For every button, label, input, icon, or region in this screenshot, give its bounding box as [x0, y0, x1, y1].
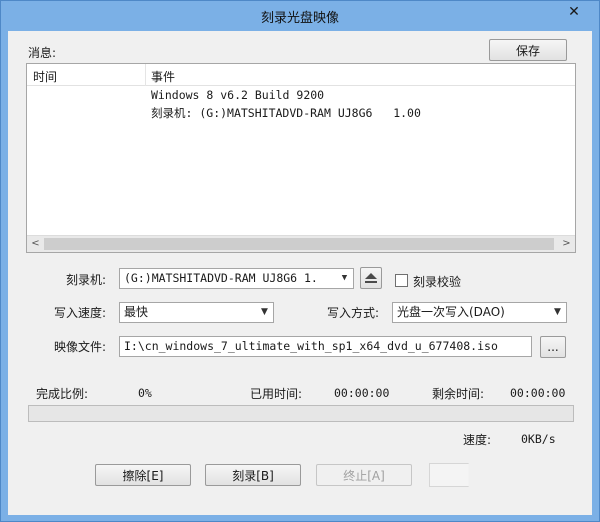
write-speed-select[interactable]: 最快 ▼: [119, 302, 274, 323]
image-file-label: 映像文件:: [54, 340, 107, 354]
remaining-time-label: 剩余时间:: [432, 387, 485, 401]
burn-button[interactable]: 刻录[B]: [205, 464, 301, 486]
scrollbar-thumb[interactable]: [44, 238, 554, 250]
column-header-event[interactable]: 事件: [151, 68, 175, 85]
close-icon: ✕: [568, 4, 580, 20]
chevron-down-icon: ▼: [256, 303, 273, 322]
verify-label[interactable]: 刻录校验: [413, 273, 461, 290]
burner-label: 刻录机:: [66, 273, 107, 287]
write-mode-select[interactable]: 光盘一次写入(DAO) ▼: [392, 302, 567, 323]
eject-icon: [365, 273, 377, 283]
log-entry: 刻录机: (G:)MATSHITADVD-RAM UJ8G6 1.00: [151, 106, 421, 120]
stop-button[interactable]: 终止[A]: [316, 464, 412, 486]
speed-value: 0KB/s: [521, 432, 556, 446]
dialog-body: 消息: 保存 时间 事件 Windows 8 v6.2 Build 9200 刻…: [8, 31, 592, 515]
progress-value: 0%: [138, 386, 152, 400]
partially-hidden-button: [429, 463, 469, 487]
chevron-down-icon: ▼: [336, 269, 353, 288]
burner-select-value: (G:)MATSHITADVD-RAM UJ8G6 1.: [124, 271, 318, 285]
write-speed-value: 最快: [124, 305, 149, 319]
save-log-button[interactable]: 保存: [489, 39, 567, 61]
progress-label: 完成比例:: [36, 387, 89, 401]
verify-checkbox[interactable]: [395, 274, 408, 287]
write-mode-label: 写入方式:: [327, 306, 380, 320]
elapsed-time-label: 已用时间:: [250, 387, 303, 401]
image-file-input[interactable]: I:\cn_windows_7_ultimate_with_sp1_x64_dv…: [119, 336, 532, 357]
log-entry: Windows 8 v6.2 Build 9200: [151, 88, 325, 102]
title-bar[interactable]: 刻录光盘映像 ✕: [1, 1, 599, 31]
browse-button[interactable]: ...: [540, 336, 566, 358]
write-speed-label: 写入速度:: [54, 306, 107, 320]
chevron-down-icon: ▼: [549, 303, 566, 322]
window-title: 刻录光盘映像: [260, 11, 339, 26]
horizontal-scrollbar[interactable]: < >: [27, 235, 575, 252]
log-header: 时间 事件: [27, 64, 575, 86]
message-log[interactable]: 时间 事件 Windows 8 v6.2 Build 9200 刻录机: (G:…: [26, 63, 576, 253]
remaining-time-value: 00:00:00: [510, 386, 566, 400]
progress-bar: [28, 405, 574, 422]
column-divider[interactable]: [145, 64, 146, 86]
elapsed-time-value: 00:00:00: [334, 386, 390, 400]
write-mode-value: 光盘一次写入(DAO): [397, 305, 505, 319]
column-header-time[interactable]: 时间: [33, 68, 57, 85]
eject-button[interactable]: [360, 267, 382, 289]
scroll-left-icon[interactable]: <: [27, 236, 44, 252]
speed-label: 速度:: [463, 433, 492, 447]
messages-label: 消息:: [28, 46, 57, 60]
scroll-right-icon[interactable]: >: [558, 236, 575, 252]
corner-fade: [468, 463, 592, 515]
burn-disc-image-window: 刻录光盘映像 ✕ 消息: 保存 时间 事件 Windows 8 v6.2 Bui…: [0, 0, 600, 522]
erase-button[interactable]: 擦除[E]: [95, 464, 191, 486]
burner-select[interactable]: (G:)MATSHITADVD-RAM UJ8G6 1. ▼: [119, 268, 354, 289]
close-button[interactable]: ✕: [555, 1, 593, 23]
